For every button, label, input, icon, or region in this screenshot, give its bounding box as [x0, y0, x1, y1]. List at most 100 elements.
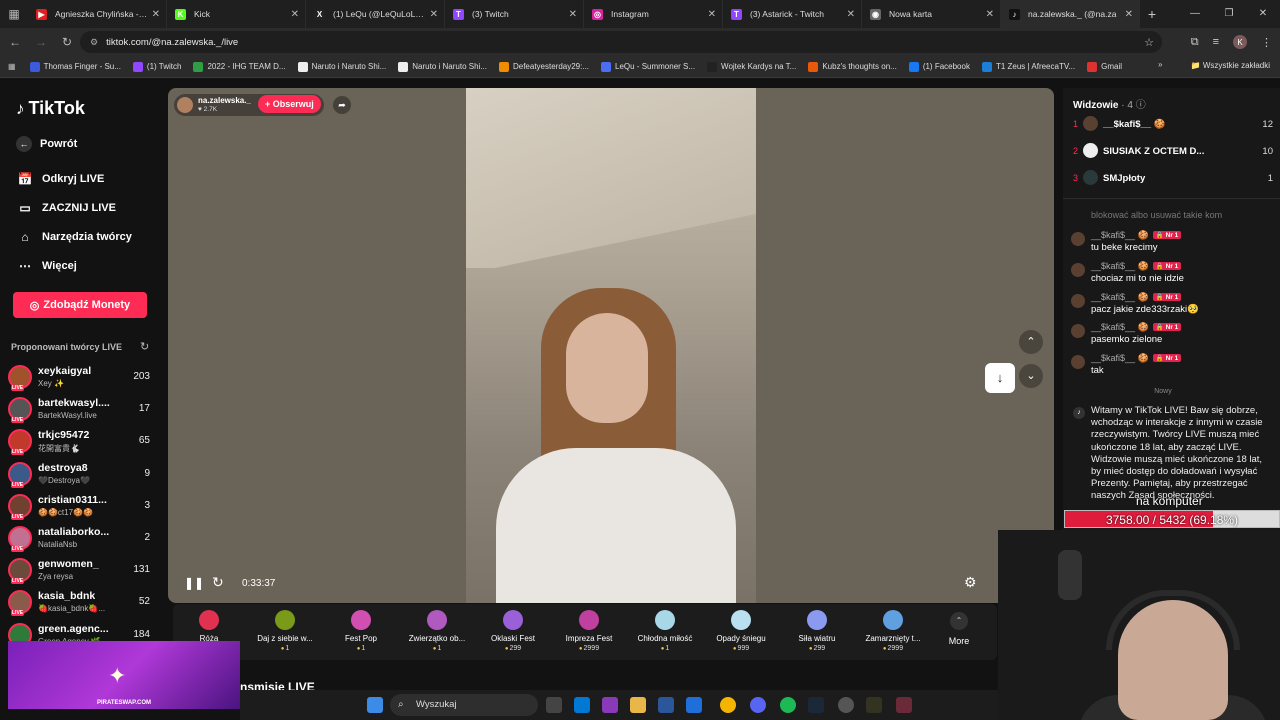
browser-tab[interactable]: ◎ Instagram ✕ — [584, 0, 723, 28]
obs-icon[interactable] — [838, 697, 854, 713]
chat-username[interactable]: __$kafi$__ 🍪 🔒 Nr 1 — [1091, 353, 1182, 364]
close-window-icon[interactable]: ✕ — [1246, 0, 1280, 28]
bookmark-item[interactable]: Thomas Finger - Su... — [29, 61, 121, 72]
live-video[interactable] — [466, 88, 756, 603]
sidebar-nav-item[interactable]: ⌂ Narzędzia twórcy — [16, 230, 132, 244]
download-arrow-icon[interactable]: ↓ — [985, 363, 1015, 393]
league-icon[interactable] — [896, 697, 912, 713]
bookmark-item[interactable]: Wojtek Kardys na T... — [707, 61, 796, 72]
extensions-icon[interactable]: ⧉ — [1191, 36, 1199, 49]
gift-item[interactable]: Chłodna miłość 1 — [627, 608, 703, 658]
tab-close-icon[interactable]: ✕ — [430, 9, 438, 20]
chrome-icon[interactable] — [720, 697, 736, 713]
suggested-creator[interactable]: LIVE genwomen_ Zya reysa 131 — [8, 556, 158, 585]
app-icon[interactable] — [686, 697, 702, 713]
suggested-creator[interactable]: LIVE kasia_bdnk 🍓kasia_bdnk🍓... 52 — [8, 588, 158, 617]
bookmark-item[interactable]: (1) Facebook — [908, 61, 970, 72]
tab-search-icon[interactable]: ▦ — [0, 0, 28, 28]
tab-close-icon[interactable]: ✕ — [291, 9, 299, 20]
chat-username[interactable]: __$kafi$__ 🍪 🔒 Nr 1 — [1091, 322, 1182, 333]
task-view-icon[interactable] — [546, 697, 562, 713]
browser-tab[interactable]: T (3) Astarick - Twitch ✕ — [723, 0, 862, 28]
tab-close-icon[interactable]: ✕ — [847, 9, 855, 20]
site-info-icon[interactable]: ⚙ — [90, 37, 98, 48]
suggested-creator[interactable]: LIVE trkjc95472 花開富貴🐇 65 — [8, 427, 158, 456]
gift-item[interactable]: Opady śniegu 999 — [703, 608, 779, 658]
pause-icon[interactable]: ❚❚ — [184, 576, 204, 590]
minimize-icon[interactable]: — — [1178, 0, 1212, 28]
browser-tab[interactable]: K Kick ✕ — [167, 0, 306, 28]
bookmark-item[interactable]: Naruto i Naruto Shi... — [398, 61, 487, 72]
url-field[interactable]: ⚙ tiktok.com/@na.zalewska._/live ☆ — [80, 31, 1162, 53]
bookmark-item[interactable]: (1) Twitch — [132, 61, 181, 72]
share-icon[interactable]: ➦ — [333, 96, 351, 114]
steam-icon[interactable] — [808, 697, 824, 713]
top-viewer-row[interactable]: 1 __$kafi$__ 🍪 12 — [1073, 116, 1273, 134]
back-link[interactable]: ← Powrót — [16, 136, 77, 152]
more-gifts-button[interactable]: ⌃ More — [939, 612, 979, 646]
next-live-icon[interactable]: ⌄ — [1019, 364, 1043, 388]
suggested-creator[interactable]: LIVE xeykaigyal Xey ✨ 203 — [8, 363, 158, 391]
outlook-icon[interactable] — [574, 697, 590, 713]
bookmark-star-icon[interactable]: ☆ — [1144, 36, 1154, 49]
bookmark-item[interactable]: Defeatyesterday29:... — [498, 61, 589, 72]
bookmark-item[interactable]: T1 Zeus | AfreecaTV... — [981, 61, 1075, 72]
refresh-icon[interactable]: ↻ — [140, 340, 149, 353]
sidebar-nav-item[interactable]: ⋯ Więcej — [16, 259, 77, 273]
taskbar-search[interactable]: ⌕ Wyszukaj — [390, 694, 538, 716]
bookmark-item[interactable]: 2022 - IHG TEAM D... — [193, 61, 286, 72]
gift-item[interactable]: Impreza Fest 2999 — [551, 608, 627, 658]
all-bookmarks[interactable]: 📁 Wszystkie zakładki — [1191, 61, 1270, 70]
start-icon[interactable] — [367, 697, 383, 713]
media-icon[interactable]: ≡ — [1213, 36, 1219, 48]
suggested-creator[interactable]: LIVE nataliaborko... NataliaNsb 2 — [8, 524, 158, 552]
browser-tab[interactable]: ◉ Nowa karta ✕ — [862, 0, 1001, 28]
browser-tab[interactable]: ▶ Agnieszka Chylińska - Kró ✕ — [28, 0, 167, 28]
apps-icon[interactable]: ▦ — [8, 62, 16, 71]
sidebar-nav-item[interactable]: ▭ ZACZNIJ LIVE — [16, 201, 116, 215]
gift-item[interactable]: Zamarznięty t... 2999 — [855, 608, 931, 658]
refresh-stream-icon[interactable]: ↻ — [212, 574, 224, 591]
chat-avatar[interactable] — [1071, 324, 1085, 339]
top-viewer-row[interactable]: 3 SMJpłoty 1 — [1073, 170, 1273, 188]
suggested-creator[interactable]: LIVE bartekwasyl.... BartekWasyl.live 17 — [8, 395, 158, 424]
back-icon[interactable]: ← — [4, 35, 26, 49]
chat-username[interactable]: __$kafi$__ 🍪 🔒 Nr 1 — [1091, 230, 1182, 241]
browser-tab[interactable]: ♪ na.zalewska._ (@na.za ✕ — [1001, 0, 1140, 28]
maximize-icon[interactable]: ❐ — [1212, 0, 1246, 28]
bookmark-item[interactable]: Naruto i Naruto Shi... — [297, 61, 386, 72]
top-viewer-row[interactable]: 2 SIUSIAK Z OCTEM D... 10 — [1073, 143, 1273, 161]
settings-icon[interactable]: ⚙ — [964, 574, 977, 591]
profile-avatar[interactable]: K — [1233, 35, 1247, 49]
live-player[interactable]: na.zalewska._ ♥ 2.7K + Obserwuj ➦ ❚❚ ↻ 0… — [168, 88, 1054, 603]
previous-live-icon[interactable]: ⌃ — [1019, 330, 1043, 354]
tab-close-icon[interactable]: ✕ — [986, 9, 994, 20]
follow-button[interactable]: + Obserwuj — [258, 95, 321, 113]
bookmarks-overflow-icon[interactable]: » — [1158, 60, 1162, 69]
suggested-creator[interactable]: LIVE cristian0311... 🍪🍪ct17🍪🍪 3 — [8, 492, 158, 520]
gift-item[interactable]: Daj z siebie w... 1 — [247, 608, 323, 658]
chat-username[interactable]: __$kafi$__ 🍪 🔒 Nr 1 — [1091, 261, 1182, 272]
suggested-creator[interactable]: LIVE destroya8 🖤Destroya🖤 9 — [8, 460, 158, 488]
copilot-icon[interactable] — [602, 697, 618, 713]
streamer-avatar[interactable] — [177, 97, 193, 113]
spotify-icon[interactable] — [780, 697, 796, 713]
bookmark-item[interactable]: Gmail — [1087, 61, 1122, 72]
gift-item[interactable]: Oklaski Fest 299 — [475, 608, 551, 658]
new-tab-button[interactable]: + — [1140, 6, 1164, 22]
menu-icon[interactable]: ⋮ — [1261, 36, 1272, 49]
tab-close-icon[interactable]: ✕ — [1125, 9, 1133, 20]
discord-icon[interactable] — [750, 697, 766, 713]
info-icon[interactable]: ⓘ — [1136, 100, 1146, 111]
forward-icon[interactable]: → — [30, 35, 52, 49]
get-coins-button[interactable]: ◎ Zdobądź Monety — [13, 292, 147, 318]
bookmark-item[interactable]: Kubz's thoughts on... — [808, 61, 897, 72]
gift-item[interactable]: Fest Pop 1 — [323, 608, 399, 658]
chat-avatar[interactable] — [1071, 293, 1085, 308]
bookmark-item[interactable]: LeQu - Summoner S... — [601, 61, 695, 72]
gift-item[interactable]: Siła wiatru 299 — [779, 608, 855, 658]
browser-tab[interactable]: T (3) Twitch ✕ — [445, 0, 584, 28]
game-icon[interactable] — [866, 697, 882, 713]
reload-icon[interactable]: ↻ — [56, 35, 78, 49]
sidebar-nav-item[interactable]: 📅 Odkryj LIVE — [16, 172, 105, 186]
